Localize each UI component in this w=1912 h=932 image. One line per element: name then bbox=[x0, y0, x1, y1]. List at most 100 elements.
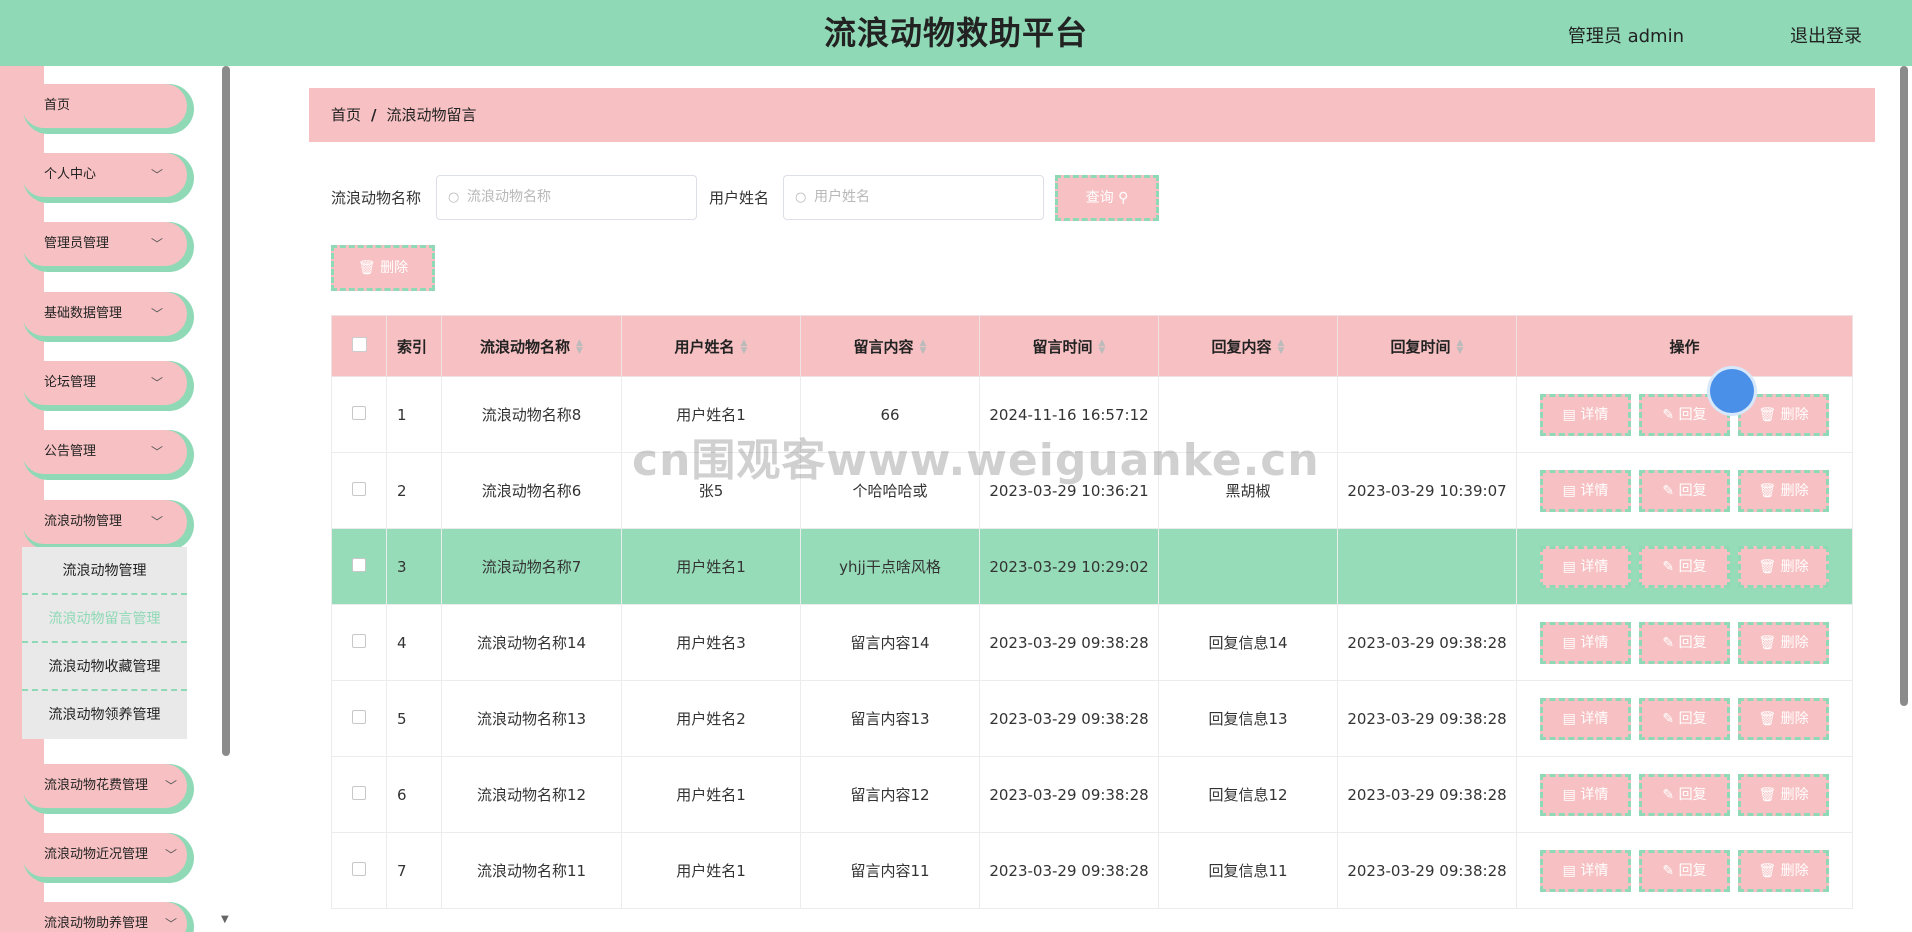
delete-button[interactable]: 🗑 删除 bbox=[1738, 849, 1829, 892]
sidebar-item-animal[interactable]: 流浪动物管理 ﹀ bbox=[22, 500, 187, 544]
row-checkbox[interactable] bbox=[352, 785, 366, 800]
row-select-cell bbox=[331, 452, 387, 529]
detail-button[interactable]: ▤ 详情 bbox=[1540, 697, 1631, 740]
row-checkbox[interactable] bbox=[352, 481, 366, 496]
reply-button[interactable]: ✎ 回复 bbox=[1639, 469, 1730, 512]
row-checkbox[interactable] bbox=[352, 633, 366, 648]
row-checkbox[interactable] bbox=[352, 557, 366, 572]
logout-link[interactable]: 退出登录 bbox=[1790, 22, 1862, 48]
cell-reply-content: 回复信息12 bbox=[1158, 756, 1338, 833]
trash-icon: 🗑 bbox=[1758, 786, 1777, 803]
cell-user-name: 用户姓名1 bbox=[621, 528, 801, 605]
sort-icon[interactable]: ▲ ▼ bbox=[1278, 339, 1285, 356]
delete-button[interactable]: 🗑 删除 bbox=[1738, 621, 1829, 664]
trash-icon: 🗑 bbox=[1758, 862, 1777, 879]
animal-name-input[interactable]: ○ 流浪动物名称 bbox=[436, 175, 697, 220]
reply-button[interactable]: ✎ 回复 bbox=[1639, 697, 1730, 740]
cell-message-content: yhjj干点啥风格 bbox=[800, 528, 980, 605]
cell-animal-name: 流浪动物名称6 bbox=[441, 452, 622, 529]
column-header-index: 索引 bbox=[386, 315, 442, 377]
submenu-item-animal-favorite[interactable]: 流浪动物收藏管理 bbox=[22, 643, 187, 691]
delete-button[interactable]: 🗑 删除 bbox=[1738, 545, 1829, 588]
reply-button[interactable]: ✎ 回复 bbox=[1639, 545, 1730, 588]
detail-button[interactable]: ▤ 详情 bbox=[1540, 469, 1631, 512]
submenu-item-animal[interactable]: 流浪动物管理 bbox=[22, 547, 187, 595]
user-name-input[interactable]: ○ 用户姓名 bbox=[783, 175, 1044, 220]
sort-icon[interactable]: ▲ ▼ bbox=[1457, 339, 1464, 356]
sidebar-item-animal-sponsor[interactable]: 流浪动物助养管理 ﹀ bbox=[22, 902, 187, 932]
cell-index: 2 bbox=[386, 452, 442, 529]
batch-delete-button[interactable]: 🗑 删除 bbox=[331, 245, 435, 291]
trash-icon: 🗑 bbox=[357, 260, 376, 276]
column-header-user[interactable]: 用户姓名 ▲ ▼ bbox=[621, 315, 801, 377]
detail-button[interactable]: ▤ 详情 bbox=[1540, 393, 1631, 436]
select-all-checkbox[interactable] bbox=[351, 336, 367, 352]
submenu-item-animal-adoption[interactable]: 流浪动物领养管理 bbox=[22, 691, 187, 739]
row-checkbox[interactable] bbox=[352, 861, 366, 876]
trash-icon: 🗑 bbox=[1758, 482, 1777, 499]
user-name-label: 用户姓名 bbox=[709, 189, 770, 207]
page-scrollbar[interactable] bbox=[1900, 66, 1908, 706]
query-button[interactable]: 查询 ⚲ bbox=[1055, 175, 1159, 221]
floating-assistant-button[interactable] bbox=[1710, 369, 1754, 413]
cell-user-name: 用户姓名3 bbox=[621, 604, 801, 681]
sidebar-item-notice[interactable]: 公告管理 ﹀ bbox=[22, 430, 187, 474]
table-row[interactable]: 5 流浪动物名称13 用户姓名2 留言内容13 2023-03-29 09:38:28 回… bbox=[331, 680, 1853, 757]
sort-icon[interactable]: ▲ ▼ bbox=[576, 339, 583, 356]
sidebar-item-label: 公告管理 bbox=[44, 444, 97, 459]
sidebar-item-personal-center[interactable]: 个人中心 ﹀ bbox=[22, 153, 187, 197]
sidebar-item-animal-status[interactable]: 流浪动物近况管理 ﹀ bbox=[22, 833, 187, 877]
cell-reply-content bbox=[1158, 528, 1338, 605]
submenu-item-animal-message[interactable]: 流浪动物留言管理 bbox=[22, 595, 187, 643]
sidebar-item-base-data[interactable]: 基础数据管理 ﹀ bbox=[22, 292, 187, 336]
edit-icon: ✎ bbox=[1662, 786, 1675, 803]
delete-button[interactable]: 🗑 删除 bbox=[1738, 773, 1829, 816]
sort-icon[interactable]: ▲ ▼ bbox=[920, 339, 927, 356]
document-icon: ▤ bbox=[1562, 862, 1576, 879]
sidebar-item-home[interactable]: 首页 bbox=[22, 84, 187, 128]
cell-reply-content: 回复信息11 bbox=[1158, 832, 1338, 909]
column-header-actions: 操作 bbox=[1516, 315, 1853, 377]
reply-button[interactable]: ✎ 回复 bbox=[1639, 773, 1730, 816]
column-header-reply[interactable]: 回复内容 ▲ ▼ bbox=[1158, 315, 1338, 377]
breadcrumb-separator: / bbox=[371, 106, 377, 124]
table-row[interactable]: 3 流浪动物名称7 用户姓名1 yhjj干点啥风格 2023-03-29 10:29:0… bbox=[331, 528, 1853, 605]
breadcrumb-home[interactable]: 首页 bbox=[331, 106, 361, 124]
reply-button[interactable]: ✎ 回复 bbox=[1639, 849, 1730, 892]
cell-reply-content: 回复信息13 bbox=[1158, 680, 1338, 757]
document-icon: ▤ bbox=[1562, 710, 1576, 727]
detail-button[interactable]: ▤ 详情 bbox=[1540, 849, 1631, 892]
detail-button[interactable]: ▤ 详情 bbox=[1540, 621, 1631, 664]
sidebar-item-animal-expense[interactable]: 流浪动物花费管理 ﹀ bbox=[22, 764, 187, 808]
cell-animal-name: 流浪动物名称11 bbox=[441, 832, 622, 909]
column-header-animal[interactable]: 流浪动物名称 ▲ ▼ bbox=[441, 315, 622, 377]
animal-name-label: 流浪动物名称 bbox=[331, 189, 422, 207]
chevron-down-icon: ﹀ bbox=[150, 515, 163, 529]
scroll-down-arrow-icon[interactable]: ▼ bbox=[221, 914, 229, 925]
delete-button[interactable]: 🗑 删除 bbox=[1738, 697, 1829, 740]
table-row[interactable]: 4 流浪动物名称14 用户姓名3 留言内容14 2023-03-29 09:38:28 回… bbox=[331, 604, 1853, 681]
column-header-content[interactable]: 留言内容 ▲ ▼ bbox=[800, 315, 980, 377]
trash-icon: 🗑 bbox=[1758, 710, 1777, 727]
column-header-time[interactable]: 留言时间 ▲ ▼ bbox=[979, 315, 1159, 377]
table-row[interactable]: 6 流浪动物名称12 用户姓名1 留言内容12 2023-03-29 09:38:28 回… bbox=[331, 756, 1853, 833]
reply-button[interactable]: ✎ 回复 bbox=[1639, 621, 1730, 664]
table-row[interactable]: 7 流浪动物名称11 用户姓名1 留言内容11 2023-03-29 09:38:28 回… bbox=[331, 832, 1853, 909]
row-checkbox[interactable] bbox=[352, 405, 366, 420]
sidebar-item-admin[interactable]: 管理员管理 ﹀ bbox=[22, 222, 187, 266]
detail-button[interactable]: ▤ 详情 bbox=[1540, 773, 1631, 816]
detail-button[interactable]: ▤ 详情 bbox=[1540, 545, 1631, 588]
cell-animal-name: 流浪动物名称12 bbox=[441, 756, 622, 833]
sort-icon[interactable]: ▲ ▼ bbox=[741, 339, 748, 356]
document-icon: ▤ bbox=[1562, 406, 1576, 423]
delete-button[interactable]: 🗑 删除 bbox=[1738, 469, 1829, 512]
breadcrumb-current: 流浪动物留言 bbox=[386, 106, 477, 124]
sort-icon[interactable]: ▲ ▼ bbox=[1099, 339, 1106, 356]
row-checkbox[interactable] bbox=[352, 709, 366, 724]
sidebar-item-label: 管理员管理 bbox=[44, 236, 110, 251]
cell-actions: ▤ 详情 ✎ 回复 🗑 删除 bbox=[1516, 376, 1853, 453]
sidebar-item-forum[interactable]: 论坛管理 ﹀ bbox=[22, 361, 187, 405]
column-header-reply-time[interactable]: 回复时间 ▲ ▼ bbox=[1337, 315, 1517, 377]
cell-index: 7 bbox=[386, 832, 442, 909]
sidebar-scrollbar[interactable] bbox=[222, 66, 230, 756]
